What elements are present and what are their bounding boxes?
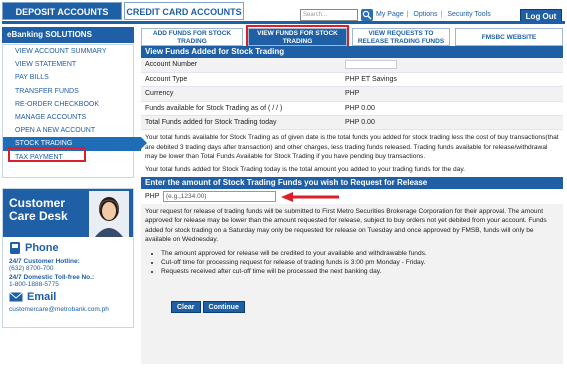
release-notes-list: The amount approved for release will be …	[141, 247, 563, 276]
section-title-view-funds: View Funds Added for Stock Trading	[141, 46, 563, 58]
table-row: Account Number	[141, 58, 563, 73]
row-label: Currency	[141, 86, 341, 102]
list-item: The amount approved for release will be …	[161, 249, 559, 258]
account-number-value	[341, 58, 563, 73]
tollfree-number: 1-800-1888-5775	[9, 281, 59, 288]
customer-care-banner: Customer Care Desk	[3, 189, 133, 237]
funds-explanation-text: Your total funds available for Stock Tra…	[145, 134, 559, 160]
list-item: Cut-off time for processing request for …	[161, 258, 559, 267]
sidebar-item-open-new-account[interactable]: Open a New Account	[3, 124, 133, 137]
clear-button[interactable]: Clear	[171, 301, 201, 313]
release-amount-input[interactable]: (e.g.,1234.00)	[163, 191, 276, 203]
row-label: Total Funds added for Stock Trading toda…	[141, 115, 341, 131]
tab-add-funds[interactable]: Add Funds for Stock Trading	[141, 28, 243, 46]
table-row: Funds available for Stock Trading as of …	[141, 101, 563, 117]
security-tools-link[interactable]: Security Tools	[447, 11, 490, 18]
account-number-box	[345, 60, 397, 70]
search-input[interactable]: Search...	[300, 9, 358, 21]
highlight-box-view-funds-tab	[246, 25, 349, 48]
funds-info-table: Account Number Account Type PHP ET Savin…	[141, 58, 563, 131]
row-value: PHP	[341, 86, 563, 102]
hotline-number: (632) 8700-700	[9, 265, 54, 272]
row-label: Funds available for Stock Trading as of …	[141, 101, 341, 117]
sidebar-item-reorder-checkbook[interactable]: Re-order Checkbook	[3, 98, 133, 111]
sidebar-item-manage-accounts[interactable]: Manage Accounts	[3, 111, 133, 124]
tab-credit-card-accounts[interactable]: CREDIT CARD ACCOUNTS	[124, 2, 244, 20]
row-label: Account Number	[141, 58, 341, 73]
main-content: View Funds Added for Stock Trading Accou…	[141, 46, 563, 276]
phone-heading: Phone	[25, 242, 59, 254]
sidebar-item-transfer-funds[interactable]: Transfer Funds	[3, 85, 133, 98]
list-item: Requests received after cut-off time wil…	[161, 267, 559, 276]
header-divider	[2, 21, 565, 24]
email-icon	[9, 292, 23, 302]
row-value: PHP ET Savings	[341, 72, 563, 88]
funds-today-text: Your total funds added for Stock Trading…	[145, 166, 466, 174]
currency-label: PHP	[145, 193, 160, 201]
continue-button[interactable]: Continue	[202, 301, 245, 313]
my-page-link[interactable]: My Page	[376, 11, 404, 18]
row-value: PHP 0.00	[341, 115, 563, 131]
section-title-request-release: Enter the amount of Stock Trading Funds …	[141, 177, 563, 190]
email-heading: Email	[27, 291, 57, 303]
tab-deposit-accounts[interactable]: DEPOSIT ACCOUNTS	[2, 2, 122, 20]
table-row: Currency PHP	[141, 86, 563, 102]
hotline-label: 24/7 Customer Hotline:	[9, 258, 80, 265]
sidebar-item-view-statement[interactable]: View Statement	[3, 58, 133, 71]
table-row: Total Funds added for Stock Trading toda…	[141, 115, 563, 131]
nav-title: eBanking SOLUTIONS	[2, 27, 134, 43]
table-row: Account Type PHP ET Savings	[141, 72, 563, 88]
highlight-box-stock-trading	[8, 147, 86, 162]
form-buttons: Clear Continue	[171, 301, 245, 313]
phone-icon	[10, 242, 20, 254]
customer-care-panel: Customer Care Desk Phone 24/7 Customer H…	[2, 188, 134, 328]
sidebar-item-view-account-summary[interactable]: View Account Summary	[3, 45, 133, 58]
tab-view-requests[interactable]: View Requests to Release Trading Funds	[352, 28, 450, 46]
row-label: Account Type	[141, 72, 341, 88]
row-value: PHP 0.00	[341, 101, 563, 117]
tab-fmsbc-website[interactable]: FMSBC Website	[455, 28, 563, 46]
release-explanation-text: Your request for release of trading fund…	[145, 208, 547, 243]
header-links: My Page | Options | Security Tools	[376, 11, 491, 18]
search-icon[interactable]	[361, 9, 373, 21]
red-arrow-icon	[281, 192, 339, 203]
sidebar-item-pay-bills[interactable]: Pay Bills	[3, 71, 133, 84]
tollfree-label: 24/7 Domestic Toll-free No.:	[9, 274, 95, 281]
options-link[interactable]: Options	[413, 11, 437, 18]
email-address[interactable]: customercare@metrobank.com.ph	[9, 306, 127, 313]
amount-row: PHP (e.g.,1234.00)	[141, 189, 563, 204]
care-title-line2: Care Desk	[9, 209, 68, 223]
agent-photo	[89, 191, 129, 237]
customer-care-title: Customer Care Desk	[9, 197, 68, 223]
